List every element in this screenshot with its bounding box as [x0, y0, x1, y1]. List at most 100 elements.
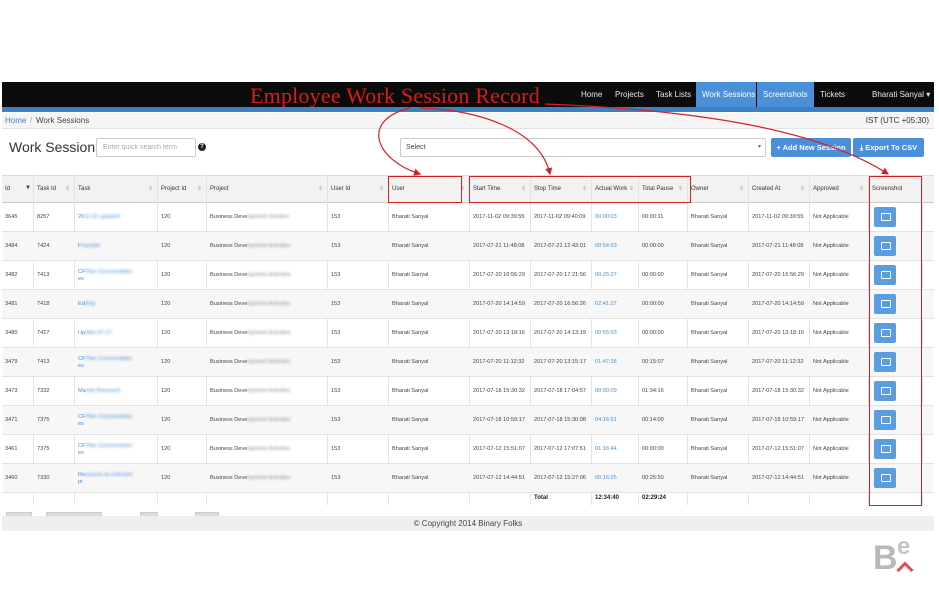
add-new-session-button[interactable]: + Add New Session	[771, 138, 851, 157]
table-cell-start: 2017-07-21 11:48:08	[473, 243, 525, 249]
task-name[interactable]: CFPlan Consumables	[78, 269, 132, 276]
table-cell-user-id: 153	[331, 446, 341, 452]
project-name-blurred: lopment Activities	[247, 359, 291, 365]
task-name[interactable]: Research on selected	[78, 472, 132, 479]
table-cell-project: Business Deve lopment Activities	[207, 406, 327, 435]
table-cell-task[interactable]: 2011-02 updated	[75, 203, 157, 232]
help-icon[interactable]: ?	[198, 143, 206, 151]
table-cell-stop: 2017-07-18 15:30:08	[534, 417, 586, 423]
total-pause: 02:29:24	[642, 495, 667, 501]
nav-accent-strip	[2, 107, 934, 112]
table-cell-actual[interactable]: 00:54:53	[592, 232, 638, 261]
table-cell-owner: Bharati Sanyal	[691, 417, 728, 423]
sort-icon[interactable]: ⇕	[148, 185, 153, 192]
task-name[interactable]: 2011-02 updated	[78, 214, 120, 221]
table-cell-user-id: 153	[331, 272, 341, 278]
table-cell-owner: Bharati Sanyal	[691, 243, 728, 249]
table-cell-actual[interactable]: 01:47:38	[592, 348, 638, 377]
table-cell-approved: Not Applicable	[813, 417, 849, 423]
table-cell-created: 2017-07-18 10:59:17	[752, 417, 804, 423]
table-cell-pause: 00:00:00	[642, 446, 664, 452]
table-cell-task[interactable]: Research on selected pr	[75, 464, 157, 493]
table-cell-created: 2017-11-02 09:39:55	[752, 214, 804, 220]
table-cell-user-id: 153	[331, 214, 341, 220]
table-cell-approved: Not Applicable	[813, 214, 849, 220]
table-cell-task[interactable]: CFPlan Consumables es	[75, 261, 157, 290]
nav-work-sessions[interactable]: Work Sessions	[696, 82, 756, 107]
project-name-blurred: lopment Activities	[247, 272, 291, 278]
table-cell-actual[interactable]: 00:00:09	[592, 377, 638, 406]
nav-projects[interactable]: Projects	[609, 82, 650, 107]
table-cell-project-id: 120	[161, 417, 171, 423]
table-cell-owner: Bharati Sanyal	[691, 388, 728, 394]
table-cell-approved: Not Applicable	[813, 301, 849, 307]
sort-icon[interactable]: ⇕	[197, 185, 202, 192]
breadcrumb-home[interactable]: Home	[5, 113, 26, 129]
task-name[interactable]: Editing	[78, 301, 95, 308]
table-cell-actual[interactable]: 01:16:44	[592, 435, 638, 464]
table-cell-start: 2017-07-20 14:14:59	[473, 301, 525, 307]
filter-select[interactable]: Select ▾	[400, 138, 766, 157]
task-name-blurred: Plan Consumables	[85, 442, 133, 449]
nav-tickets[interactable]: Tickets	[814, 82, 851, 107]
table-cell-approved: Not Applicable	[813, 475, 849, 481]
task-name-blurred: date 07-17	[85, 330, 112, 336]
table-cell-task[interactable]: CFPlan Consumables es	[75, 348, 157, 377]
user-menu[interactable]: Bharati Sanyal ▾	[866, 82, 936, 107]
table-cell-actual[interactable]: 00:00:03	[592, 203, 638, 232]
table-cell-user: Bharati Sanyal	[392, 475, 429, 481]
sort-icon[interactable]: ⇕	[379, 185, 384, 192]
table-cell-id: 3471	[5, 417, 18, 423]
sort-icon[interactable]: ⇕	[859, 185, 864, 192]
sort-icon[interactable]: ⇕	[65, 185, 70, 192]
table-cell-user-id: 153	[331, 243, 341, 249]
table-cell-task[interactable]: FSample	[75, 232, 157, 261]
task-name[interactable]: Market Research	[78, 388, 121, 395]
table-cell-user: Bharati Sanyal	[392, 272, 429, 278]
sort-icon[interactable]: ⇕	[800, 185, 805, 192]
nav-screenshots[interactable]: Screenshots	[757, 82, 814, 107]
table-cell-project-id: 120	[161, 272, 171, 278]
nav-task-lists[interactable]: Task Lists	[650, 82, 697, 107]
table-cell-task[interactable]: CFPlan Consumables es	[75, 435, 157, 464]
column-header[interactable]: Task	[75, 175, 157, 203]
table-cell-actual[interactable]: 04:16:51	[592, 406, 638, 435]
table-cell-project-id: 120	[161, 475, 171, 481]
table-cell-task-id: 7417	[37, 330, 50, 336]
sort-icon[interactable]: ⇕	[318, 185, 323, 192]
table-cell-task[interactable]: Update 07-17	[75, 319, 157, 348]
table-cell-actual[interactable]: 00:55:03	[592, 319, 638, 348]
table-cell-id: 3479	[5, 359, 18, 365]
table-cell-task[interactable]: Editing	[75, 290, 157, 319]
table-cell-task[interactable]: Market Research	[75, 377, 157, 406]
task-name[interactable]: CFPlan Consumables	[78, 443, 132, 450]
table-cell-task[interactable]: CFPlan Consumables es	[75, 406, 157, 435]
column-header[interactable]: Project	[207, 175, 327, 203]
table-cell-task-id: 7413	[37, 359, 50, 365]
task-name[interactable]: Update 07-17	[78, 330, 112, 337]
breadcrumb: Home / Work Sessions IST (UTC +05:30)	[2, 113, 934, 129]
table-cell-actual[interactable]: 02:41:27	[592, 290, 638, 319]
table-cell-user-id: 153	[331, 330, 341, 336]
sort-icon[interactable]: ⇕	[739, 185, 744, 192]
table-cell-created: 2017-07-20 14:14:59	[752, 301, 804, 307]
table-cell-owner: Bharati Sanyal	[691, 330, 728, 336]
table-cell-actual[interactable]: 00:25:27	[592, 261, 638, 290]
task-name[interactable]: FSample	[78, 243, 100, 250]
task-name[interactable]: CFPlan Consumables	[78, 356, 132, 363]
table-cell-project-id: 120	[161, 359, 171, 365]
sort-desc-icon[interactable]: ▼	[25, 185, 31, 191]
table-cell-project-id: 120	[161, 446, 171, 452]
search-input[interactable]	[96, 138, 196, 157]
task-name-visible: Ma	[78, 388, 86, 394]
export-csv-button[interactable]: ⤓ Export To CSV	[853, 138, 924, 157]
project-name-blurred: lopment Activities	[247, 243, 291, 249]
task-name[interactable]: CFPlan Consumables	[78, 414, 132, 421]
table-cell-created: 2017-07-20 11:12:32	[752, 359, 804, 365]
project-name-visible: Business Deve	[210, 330, 248, 336]
nav-home[interactable]: Home	[575, 82, 608, 107]
page-title: Work Session	[9, 139, 96, 155]
table-cell-actual[interactable]: 00:16:25	[592, 464, 638, 493]
table-cell-id: 3473	[5, 388, 18, 394]
project-name-visible: Business Deve	[210, 446, 248, 452]
